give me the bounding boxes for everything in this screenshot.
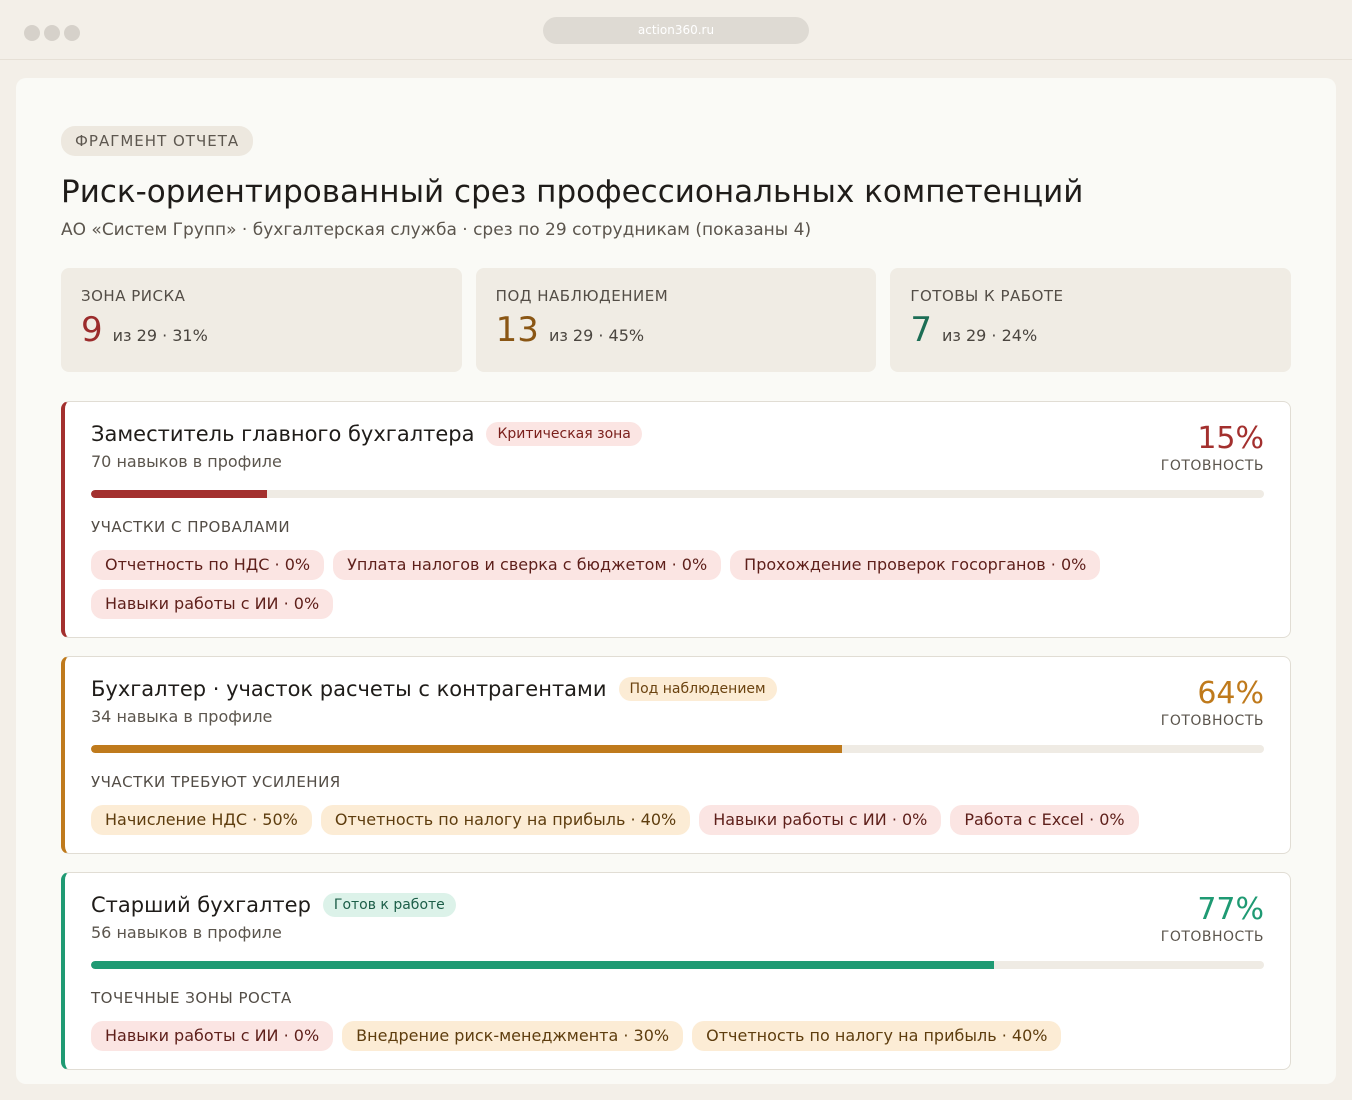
- readiness-label: ГОТОВНОСТЬ: [1160, 929, 1264, 945]
- stat-extra: из 29 · 24%: [941, 326, 1038, 345]
- skill-count: 70 навыков в профиле: [91, 452, 282, 471]
- stat-value: 13: [495, 310, 539, 350]
- status-badge: Под наблюдением: [618, 677, 777, 701]
- stat-label: ПОД НАБЛЮДЕНИЕМ: [495, 287, 669, 305]
- role-card-accountant-counterparties[interactable]: Бухгалтер · участок расчеты с контрагент…: [61, 656, 1291, 854]
- skill-chip: Отчетность по налогу на прибыль · 40%: [320, 805, 691, 835]
- skill-count: 56 навыков в профиле: [91, 923, 282, 942]
- stat-risk-zone: ЗОНА РИСКА 9 из 29 · 31%: [61, 268, 462, 372]
- skill-chip: Работа с Excel · 0%: [950, 805, 1139, 835]
- report-badge: ФРАГМЕНТ ОТЧЕТА: [61, 126, 254, 156]
- role-card-deputy-chief[interactable]: Заместитель главного бухгалтера Критичес…: [61, 401, 1291, 638]
- stat-label: ГОТОВЫ К РАБОТЕ: [910, 287, 1064, 305]
- stat-ready: ГОТОВЫ К РАБОТЕ 7 из 29 · 24%: [890, 268, 1292, 372]
- skill-chip: Внедрение риск-менеджмента · 30%: [342, 1021, 684, 1051]
- skill-chip: Отчетность по НДС · 0%: [91, 550, 325, 580]
- skill-count: 34 навыка в профиле: [91, 707, 273, 726]
- stat-label: ЗОНА РИСКА: [81, 287, 186, 305]
- role-title: Заместитель главного бухгалтера: [91, 422, 475, 446]
- status-badge: Критическая зона: [486, 422, 642, 446]
- summary-stats: ЗОНА РИСКА 9 из 29 · 31% ПОД НАБЛЮДЕНИЕМ…: [61, 268, 1292, 372]
- report-panel: ФРАГМЕНТ ОТЧЕТА Риск-ориентированный сре…: [16, 78, 1336, 1084]
- address-bar[interactable]: action360.ru: [543, 17, 809, 44]
- skill-chip: Навыки работы с ИИ · 0%: [91, 1021, 334, 1051]
- window-zoom-dot[interactable]: [64, 25, 80, 41]
- readiness-bar-fill: [91, 961, 995, 969]
- role-title: Бухгалтер · участок расчеты с контрагент…: [91, 677, 607, 701]
- role-card-senior-accountant[interactable]: Старший бухгалтер Готов к работе 56 навы…: [61, 872, 1291, 1070]
- readiness-percent: 15%: [1197, 421, 1264, 456]
- skill-chip: Начисление НДС · 50%: [91, 805, 312, 835]
- status-badge: Готов к работе: [322, 893, 456, 917]
- skill-chip: Навыки работы с ИИ · 0%: [91, 589, 334, 619]
- section-label: УЧАСТКИ С ПРОВАЛАМИ: [91, 518, 291, 536]
- skill-gap-chips: Отчетность по НДС · 0% Уплата налогов и …: [91, 550, 1264, 619]
- readiness-percent: 64%: [1197, 676, 1264, 711]
- role-title: Старший бухгалтер: [91, 893, 311, 917]
- stat-under-watch: ПОД НАБЛЮДЕНИЕМ 13 из 29 · 45%: [475, 268, 877, 372]
- readiness-bar-fill: [91, 490, 267, 498]
- readiness-label: ГОТОВНОСТЬ: [1160, 713, 1264, 729]
- stat-extra: из 29 · 45%: [548, 326, 645, 345]
- window-close-dot[interactable]: [24, 25, 40, 41]
- browser-chrome: action360.ru: [0, 0, 1352, 60]
- readiness-label: ГОТОВНОСТЬ: [1160, 458, 1264, 474]
- readiness-bar: [91, 961, 1264, 969]
- section-label: УЧАСТКИ ТРЕБУЮТ УСИЛЕНИЯ: [91, 773, 341, 791]
- section-label: ТОЧЕЧНЫЕ ЗОНЫ РОСТА: [91, 989, 292, 1007]
- readiness-bar-fill: [91, 745, 842, 753]
- stat-value: 7: [910, 310, 932, 350]
- skill-chip: Навыки работы с ИИ · 0%: [699, 805, 942, 835]
- window-minimize-dot[interactable]: [44, 25, 60, 41]
- skill-gap-chips: Навыки работы с ИИ · 0% Внедрение риск-м…: [91, 1021, 1264, 1051]
- skill-chip: Прохождение проверок госорганов · 0%: [730, 550, 1101, 580]
- readiness-percent: 77%: [1197, 892, 1264, 927]
- skill-gap-chips: Начисление НДС · 50% Отчетность по налог…: [91, 805, 1264, 835]
- stat-value: 9: [81, 310, 103, 350]
- skill-chip: Отчетность по налогу на прибыль · 40%: [692, 1021, 1062, 1051]
- skill-chip: Уплата налогов и сверка с бюджетом · 0%: [333, 550, 722, 580]
- stat-extra: из 29 · 31%: [112, 326, 208, 345]
- page-subtitle: АО «Систем Групп» · бухгалтерская служба…: [61, 220, 812, 240]
- page-title: Риск-ориентированный срез профессиональн…: [61, 174, 1084, 210]
- readiness-bar: [91, 490, 1264, 498]
- readiness-bar: [91, 745, 1264, 753]
